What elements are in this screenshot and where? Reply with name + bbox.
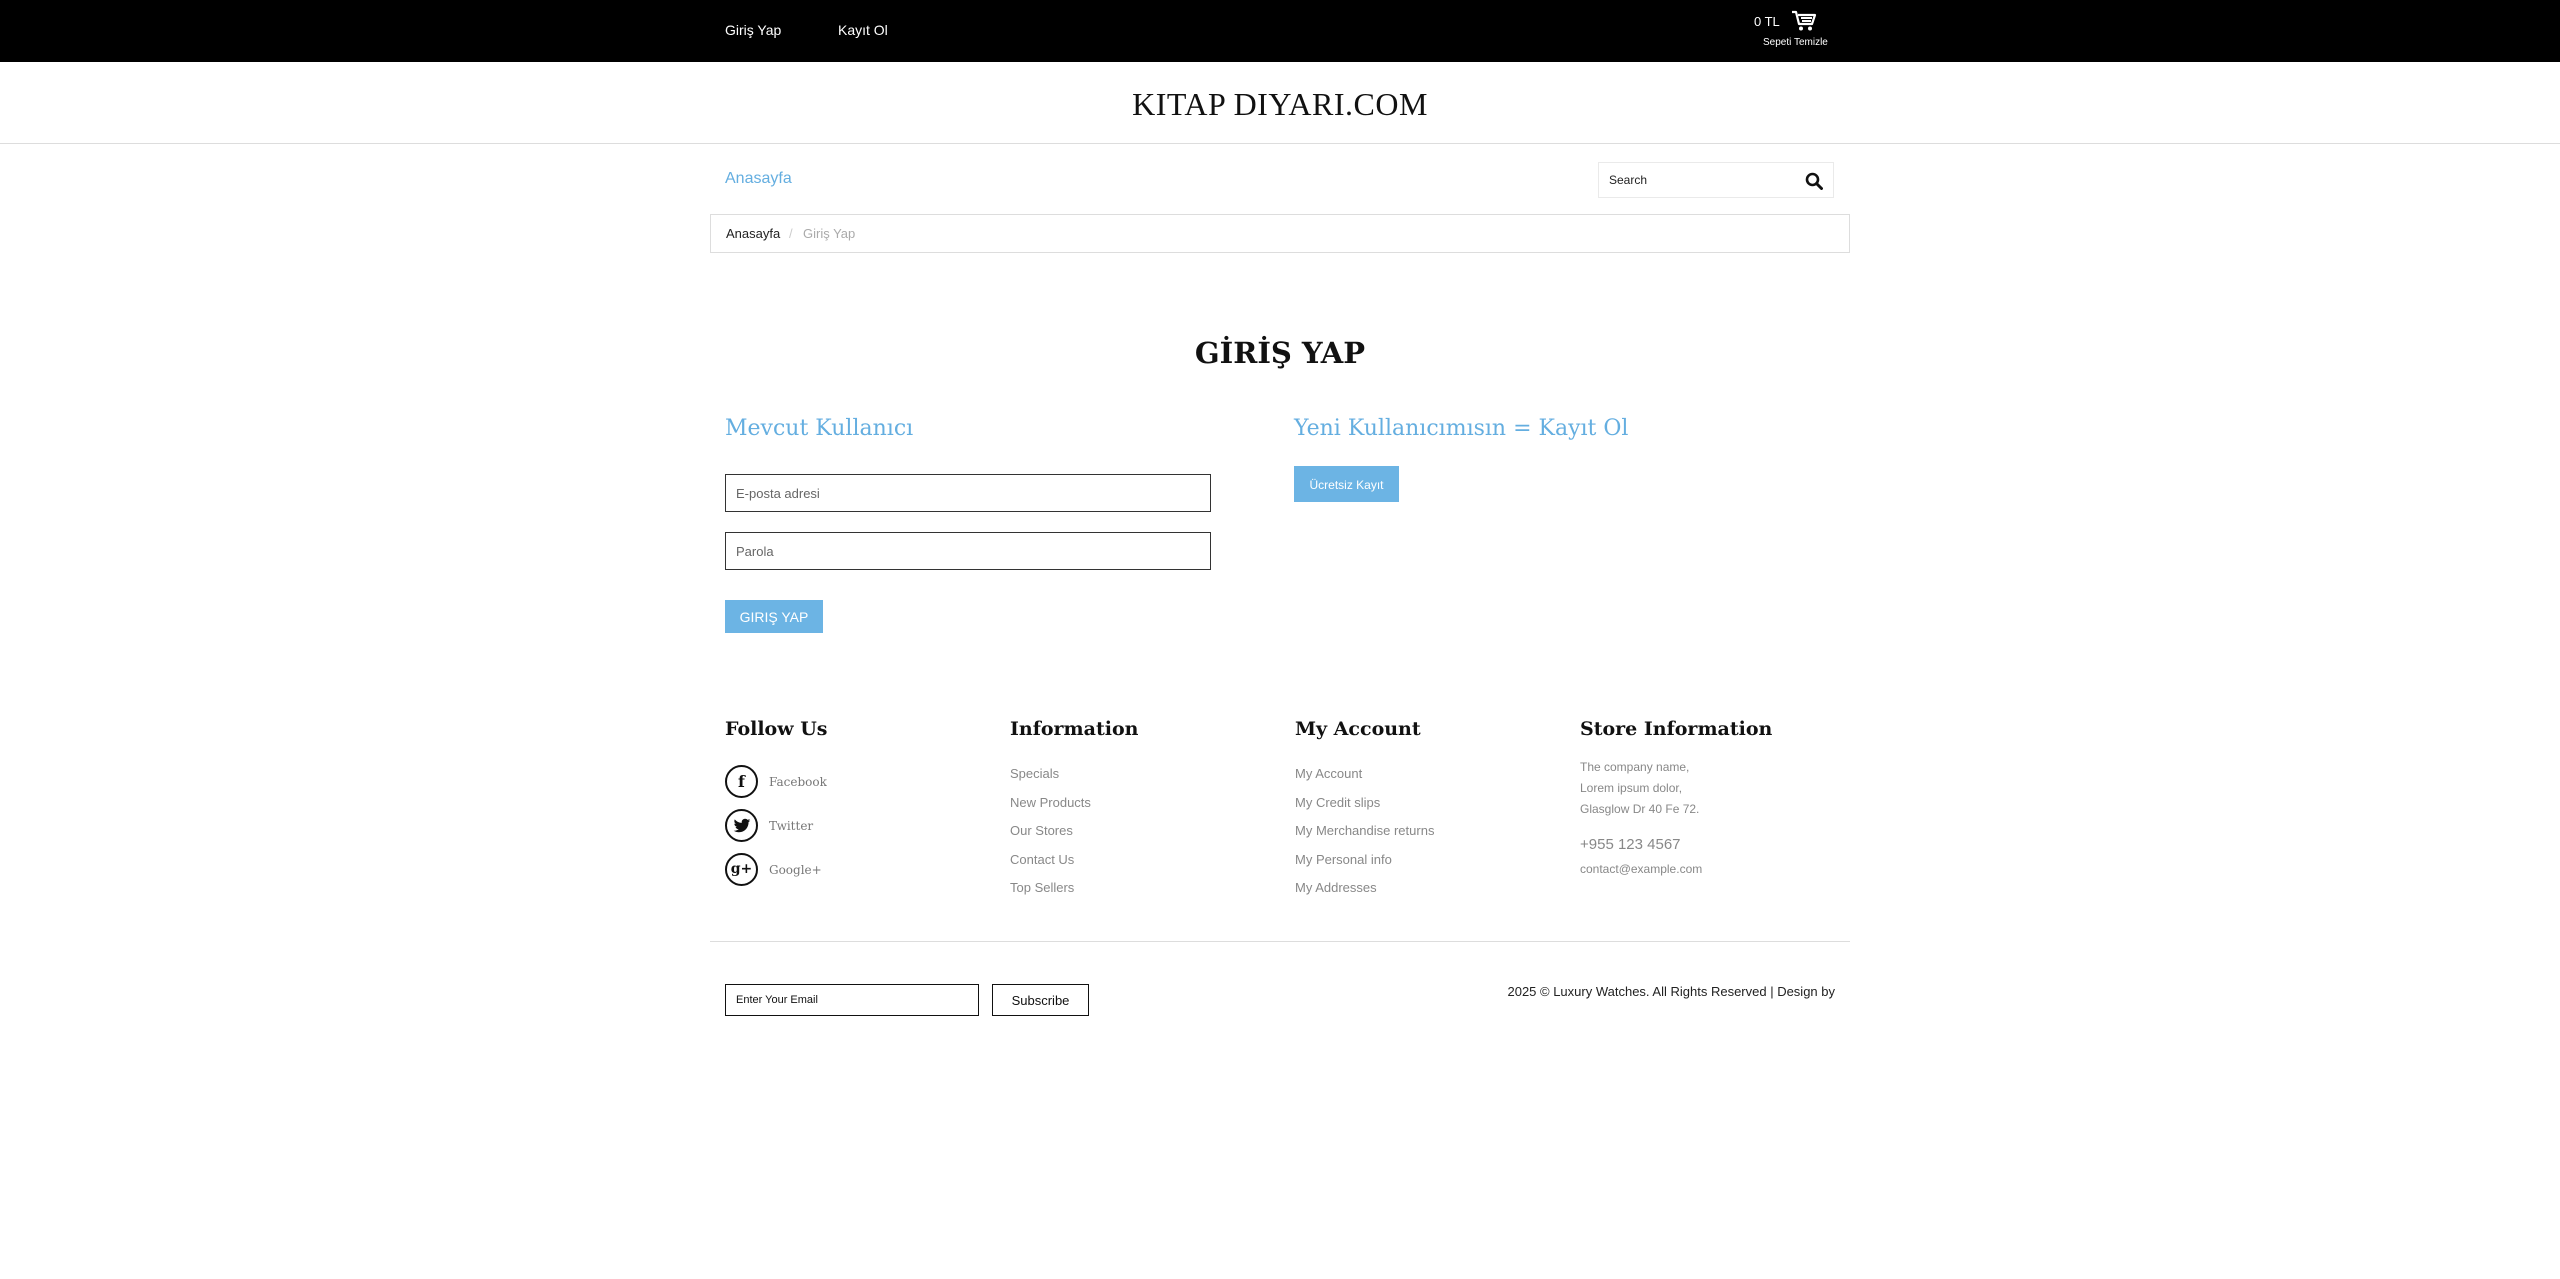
free-register-button[interactable]: Ücretsiz Kayıt: [1294, 466, 1399, 502]
store-address-line: Glasglow Dr 40 Fe 72.: [1580, 802, 1700, 816]
footer-link-contact-us[interactable]: Contact Us: [1010, 852, 1074, 867]
social-twitter[interactable]: Twitter: [725, 809, 865, 843]
store-address-line: The company name,: [1580, 760, 1690, 774]
social-label: Google+: [769, 863, 822, 877]
social-label: Facebook: [769, 775, 827, 789]
social-facebook[interactable]: f Facebook: [725, 765, 865, 799]
nav-home-link[interactable]: Anasayfa: [725, 170, 792, 188]
twitter-icon: [725, 809, 758, 842]
login-link[interactable]: Giriş Yap: [725, 22, 781, 38]
login-button[interactable]: GIRIŞ YAP: [725, 600, 823, 633]
logo-bar: KITAP DIYARI.COM: [0, 62, 2560, 144]
social-label: Twitter: [769, 819, 814, 833]
store-address-line: Lorem ipsum dolor,: [1580, 781, 1683, 795]
cart-total[interactable]: 0 TL: [1754, 14, 1780, 29]
breadcrumb-home[interactable]: Anasayfa: [726, 226, 780, 241]
new-user-heading: Yeni Kullanıcımısın = Kayıt Ol: [1294, 416, 1629, 441]
google-plus-icon: g+: [725, 853, 758, 886]
cart-icon[interactable]: [1791, 10, 1817, 32]
social-google-plus[interactable]: g+ Google+: [725, 853, 865, 887]
breadcrumb-separator: /: [789, 226, 793, 241]
store-info-heading: Store Information: [1580, 718, 1773, 740]
footer-link-addresses[interactable]: My Addresses: [1295, 880, 1377, 895]
information-heading: Information: [1010, 718, 1139, 740]
my-account-heading: My Account: [1295, 718, 1421, 740]
footer-link-my-account[interactable]: My Account: [1295, 766, 1362, 781]
newsletter-email-input[interactable]: [726, 985, 978, 1015]
site-logo[interactable]: KITAP DIYARI.COM: [0, 86, 2560, 123]
facebook-icon: f: [725, 765, 758, 798]
existing-user-heading: Mevcut Kullanıcı: [725, 416, 914, 441]
store-email-link[interactable]: contact@example.com: [1580, 862, 1702, 876]
page-title: GİRİŞ YAP: [1194, 336, 1366, 370]
footer-link-new-products[interactable]: New Products: [1010, 795, 1091, 810]
store-phone: +955 123 4567: [1580, 836, 1681, 853]
top-bar: Giriş Yap Kayıt Ol 0 TL Sepeti Temizle: [0, 0, 2560, 62]
password-input[interactable]: [726, 533, 1210, 569]
newsletter-email-field: [725, 984, 979, 1016]
password-field: [725, 532, 1211, 570]
copyright-text: 2025 © Luxury Watches. All Rights Reserv…: [1507, 984, 1835, 999]
footer-link-credit-slips[interactable]: My Credit slips: [1295, 795, 1380, 810]
register-link[interactable]: Kayıt Ol: [838, 22, 888, 38]
breadcrumb: Anasayfa / Giriş Yap: [710, 214, 1850, 253]
footer-link-merchandise-returns[interactable]: My Merchandise returns: [1295, 823, 1434, 838]
search-box: [1598, 162, 1834, 198]
footer-link-our-stores[interactable]: Our Stores: [1010, 823, 1073, 838]
subscribe-button[interactable]: Subscribe: [992, 984, 1089, 1016]
footer-link-specials[interactable]: Specials: [1010, 766, 1059, 781]
breadcrumb-current: Giriş Yap: [803, 226, 856, 241]
search-icon[interactable]: [1805, 172, 1823, 190]
footer-divider: [710, 941, 1850, 942]
cart-clear-link[interactable]: Sepeti Temizle: [1763, 37, 1828, 48]
footer-link-top-sellers[interactable]: Top Sellers: [1010, 880, 1074, 895]
footer-link-personal-info[interactable]: My Personal info: [1295, 852, 1392, 867]
search-input[interactable]: [1607, 169, 1797, 191]
follow-us-heading: Follow Us: [725, 718, 828, 740]
email-field: [725, 474, 1211, 512]
email-input[interactable]: [726, 475, 1210, 511]
